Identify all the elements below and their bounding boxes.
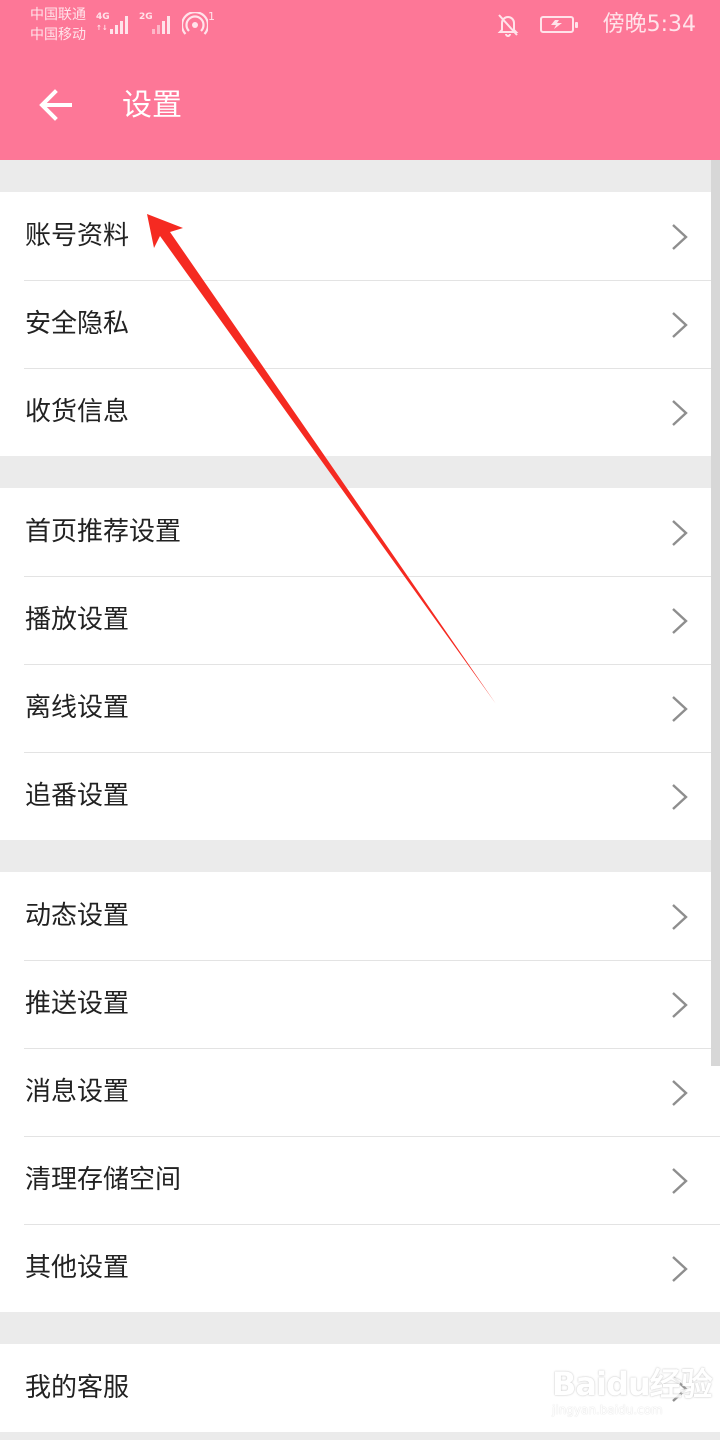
settings-item-security-privacy[interactable]: 安全隐私 <box>0 280 720 368</box>
chevron-right-icon <box>672 1080 688 1106</box>
signal-icon-2 <box>152 14 174 34</box>
chevron-right-icon <box>672 904 688 930</box>
bell-off-icon <box>497 14 519 37</box>
settings-item-label: 离线设置 <box>25 693 130 723</box>
chevron-right-icon <box>672 400 688 426</box>
settings-item-other[interactable]: 其他设置 <box>0 1224 720 1312</box>
watermark-url: jingyan.baidu.com <box>552 1403 663 1417</box>
battery-charging-icon <box>540 16 578 33</box>
settings-item-offline[interactable]: 离线设置 <box>0 664 720 752</box>
settings-item-label: 播放设置 <box>25 605 130 635</box>
chevron-right-icon <box>672 696 688 722</box>
back-button[interactable] <box>28 82 84 128</box>
settings-item-label: 账号资料 <box>25 221 130 251</box>
settings-item-label: 我的客服 <box>25 1373 130 1403</box>
settings-item-label: 追番设置 <box>25 781 130 811</box>
settings-item-label: 首页推荐设置 <box>25 517 182 547</box>
settings-item-clear-storage[interactable]: 清理存储空间 <box>0 1136 720 1224</box>
chevron-right-icon <box>672 608 688 634</box>
page-title: 设置 <box>122 88 182 123</box>
settings-item-account-info[interactable]: 账号资料 <box>0 192 720 280</box>
network-type-2: 2G <box>139 12 153 22</box>
network-arrows: ↑↓ <box>96 24 108 32</box>
watermark: Baidu经验 jingyan.baidu.com <box>552 1357 720 1427</box>
chevron-right-icon <box>672 992 688 1018</box>
carrier-names: 中国联通 中国移动 <box>30 5 86 45</box>
watermark-logo: Baidu经验 <box>552 1365 713 1403</box>
network-type-1: 4G <box>96 12 110 22</box>
settings-item-playback[interactable]: 播放设置 <box>0 576 720 664</box>
settings-item-messages[interactable]: 消息设置 <box>0 1048 720 1136</box>
status-right: 傍晚5:34 <box>496 12 696 38</box>
settings-group-playback: 首页推荐设置 播放设置 离线设置 追番设置 <box>0 488 720 840</box>
settings-item-label: 其他设置 <box>25 1253 130 1283</box>
settings-group-notifications: 动态设置 推送设置 消息设置 清理存储空间 其他设置 <box>0 872 720 1312</box>
chevron-right-icon <box>672 224 688 250</box>
chevron-right-icon <box>672 520 688 546</box>
signal-icon <box>110 14 132 34</box>
chevron-right-icon <box>672 1256 688 1282</box>
arrow-left-icon <box>39 89 72 121</box>
settings-item-follow-series[interactable]: 追番设置 <box>0 752 720 840</box>
chevron-right-icon <box>672 312 688 338</box>
hotspot-count: 1 <box>208 10 215 23</box>
settings-item-push[interactable]: 推送设置 <box>0 960 720 1048</box>
settings-item-label: 清理存储空间 <box>25 1165 182 1195</box>
settings-item-home-recommend[interactable]: 首页推荐设置 <box>0 488 720 576</box>
carrier-1: 中国联通 <box>30 7 86 23</box>
settings-item-shipping-info[interactable]: 收货信息 <box>0 368 720 456</box>
settings-item-label: 动态设置 <box>25 901 130 931</box>
settings-item-label: 消息设置 <box>25 1077 130 1107</box>
clock: 傍晚5:34 <box>602 12 696 37</box>
chevron-right-icon <box>672 1168 688 1194</box>
carrier-2: 中国移动 <box>30 27 86 43</box>
settings-group-account: 账号资料 安全隐私 收货信息 <box>0 192 720 456</box>
settings-item-label: 收货信息 <box>25 397 130 427</box>
app-bar: 设置 <box>0 50 720 160</box>
scrollbar[interactable] <box>711 160 720 1066</box>
status-bar: 中国联通 中国移动 4G ↑↓ 2G 1 傍晚5:34 <box>0 0 720 50</box>
settings-item-feed[interactable]: 动态设置 <box>0 872 720 960</box>
settings-item-label: 安全隐私 <box>25 309 130 339</box>
chevron-right-icon <box>672 784 688 810</box>
hotspot-icon <box>182 12 208 35</box>
settings-item-label: 推送设置 <box>25 989 130 1019</box>
